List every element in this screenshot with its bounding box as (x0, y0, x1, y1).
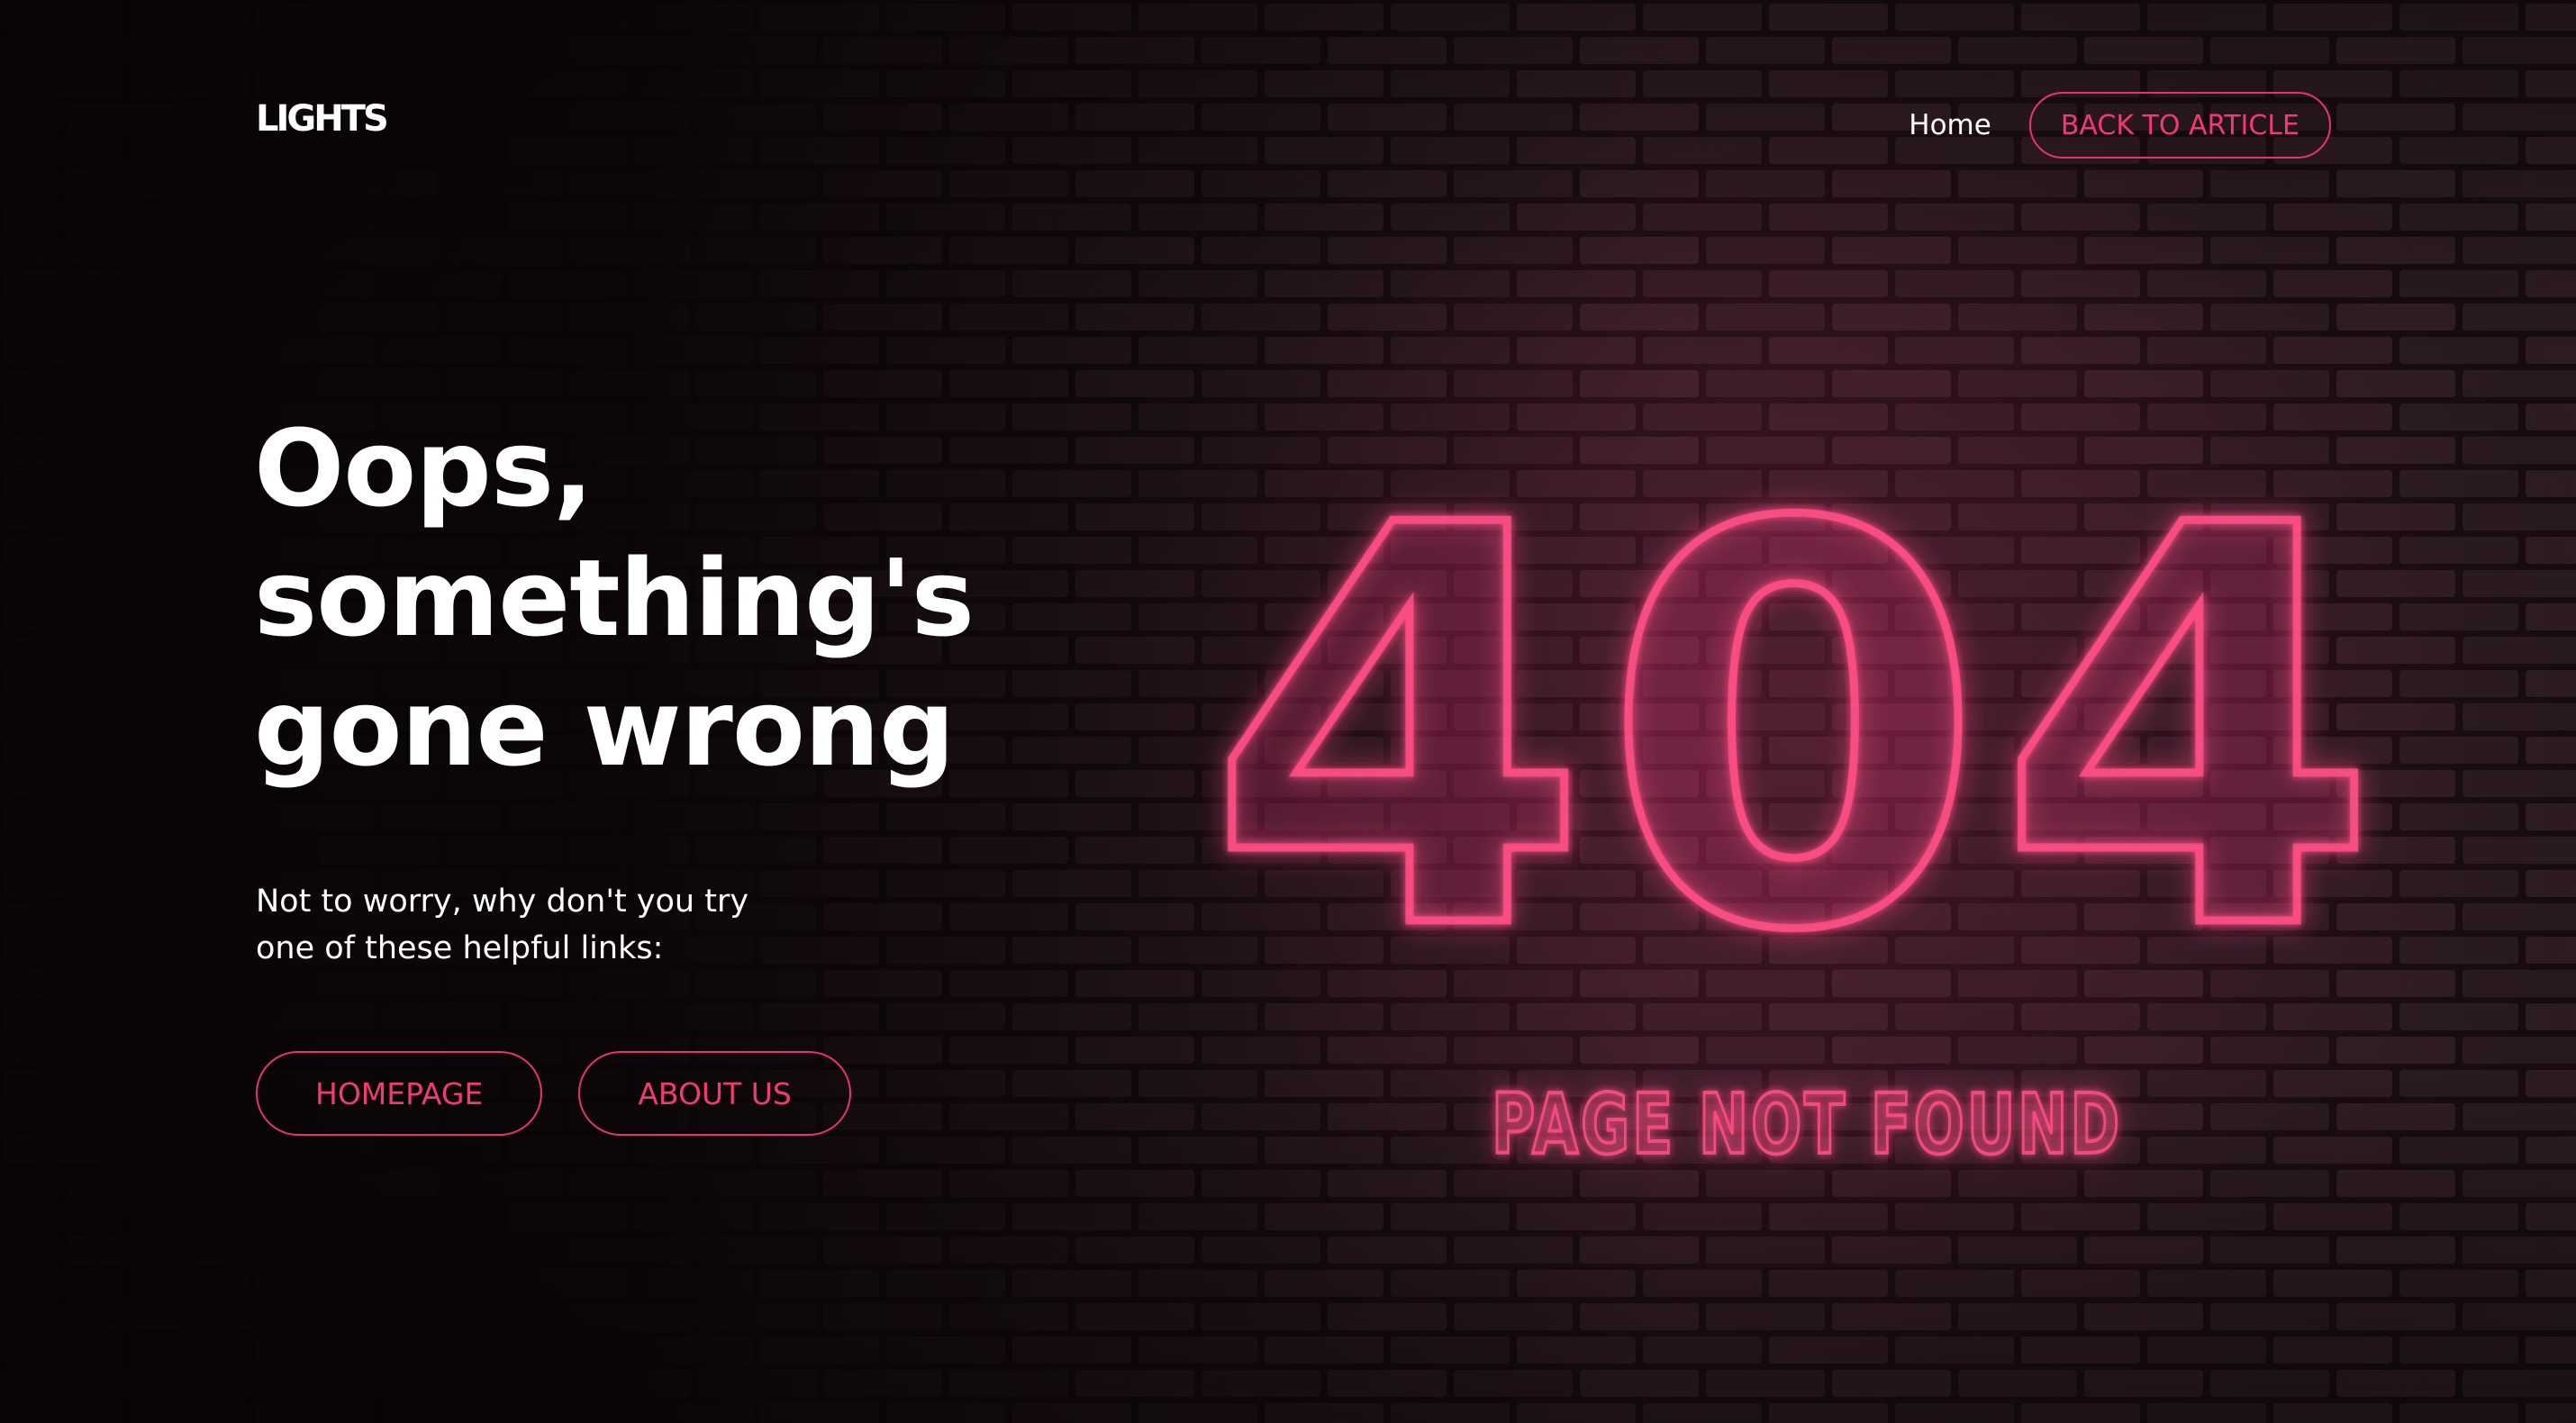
headline-line: Oops, (254, 406, 594, 530)
about-us-button[interactable]: ABOUT US (578, 1051, 851, 1136)
helpful-links: HOMEPAGE ABOUT US (256, 1051, 851, 1136)
neon-404-text: 404 (1207, 411, 2391, 1050)
helper-text: Not to worry, why don't you try one of t… (256, 878, 832, 972)
nav-home-link[interactable]: Home (1909, 111, 1991, 140)
headline-line: something's (254, 536, 975, 660)
top-nav: Home BACK TO ARTICLE (1909, 92, 2331, 159)
back-to-article-button[interactable]: BACK TO ARTICLE (2028, 92, 2331, 159)
helper-text-line: one of these helpful links: (256, 930, 664, 966)
headline-line: gone wrong (254, 666, 955, 790)
page-headline: Oops, something's gone wrong (254, 403, 975, 793)
lights-logo[interactable]: LIGHTS (256, 101, 389, 137)
neon-page-not-found-text: PAGE NOT FOUND (1492, 1076, 2122, 1173)
homepage-button[interactable]: HOMEPAGE (256, 1051, 543, 1136)
helper-text-line: Not to worry, why don't you try (256, 884, 749, 920)
